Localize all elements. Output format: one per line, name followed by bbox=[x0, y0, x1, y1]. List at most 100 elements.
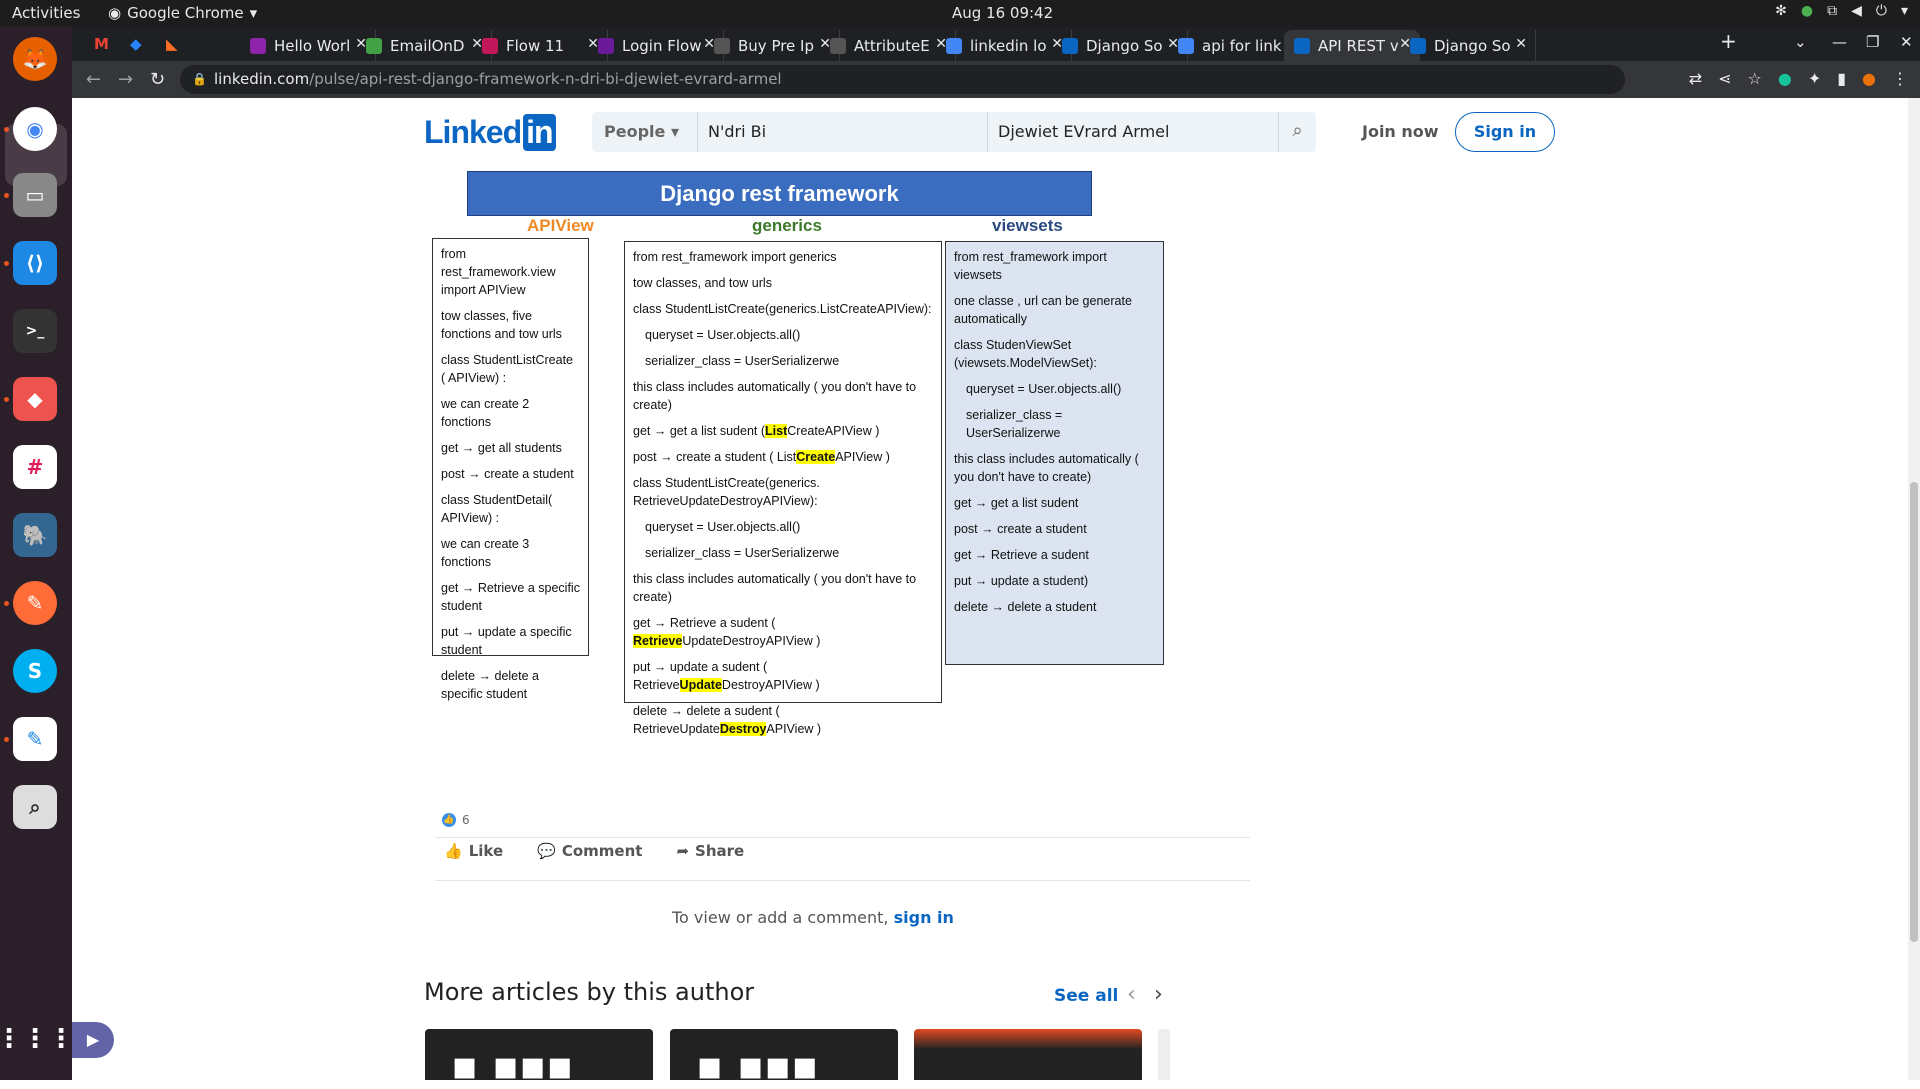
page-scrollbar[interactable] bbox=[1908, 98, 1920, 1080]
skype-icon[interactable]: S bbox=[13, 649, 57, 693]
diagram-line: delete → delete a student bbox=[954, 600, 1097, 614]
line-text: get → get a list sudent ( bbox=[633, 424, 766, 438]
anydesk-icon[interactable]: ◆ bbox=[13, 377, 57, 421]
postman-icon[interactable]: ✎ bbox=[13, 581, 57, 625]
highlight: Create bbox=[796, 450, 836, 464]
tab-favicon-icon bbox=[482, 37, 498, 54]
diagram-line: this class includes automatically ( you … bbox=[633, 572, 917, 604]
app-menu[interactable]: ◉ Google Chrome ▾ bbox=[108, 4, 257, 22]
like-button[interactable]: 👍 Like bbox=[444, 842, 503, 860]
power-icon[interactable]: ⏻ bbox=[1876, 3, 1887, 19]
diagram-line: from rest_framework.view import APIView bbox=[441, 247, 556, 297]
search-category-select[interactable]: People ▾ bbox=[592, 112, 698, 152]
profile-avatar[interactable]: ● bbox=[1862, 69, 1876, 88]
article-card[interactable]: ▪ ▪▪▪ bbox=[670, 1029, 898, 1086]
slack-icon[interactable]: # bbox=[13, 445, 57, 489]
caret-down-icon: ▾ bbox=[670, 122, 679, 141]
viewsets-heading: viewsets bbox=[992, 216, 1063, 235]
extensions-icon[interactable]: ✦ bbox=[1808, 69, 1821, 88]
article-card[interactable]: ▪ ▪▪▪ bbox=[425, 1029, 653, 1086]
close-window-icon[interactable]: ✕ bbox=[1900, 33, 1913, 51]
gmail-pinned-tab[interactable]: M bbox=[94, 35, 109, 53]
first-name-input[interactable]: N'dri Bi bbox=[698, 112, 988, 152]
side-panel-icon[interactable]: ▮ bbox=[1837, 69, 1846, 88]
tab-favicon-icon bbox=[366, 37, 382, 54]
diagram-line: from rest_framework import viewsets bbox=[954, 250, 1107, 282]
diagram-line: queryset = User.objects.all() bbox=[645, 520, 801, 534]
volume-icon[interactable]: ◀ bbox=[1851, 3, 1862, 19]
translate-icon[interactable]: ⇄ bbox=[1689, 69, 1702, 88]
share-button[interactable]: ➦ Share bbox=[676, 842, 744, 860]
join-now-link[interactable]: Join now bbox=[1362, 122, 1439, 141]
network-icon[interactable]: ⧉ bbox=[1827, 3, 1837, 19]
diagram-title: Django rest framework bbox=[467, 171, 1092, 216]
diagram-line: serializer_class = UserSerializerwe bbox=[645, 354, 840, 368]
back-icon[interactable]: ← bbox=[86, 69, 101, 90]
maximize-icon[interactable]: ❐ bbox=[1866, 33, 1879, 51]
close-tab-icon[interactable]: ✕ bbox=[1515, 36, 1527, 52]
search-icon[interactable]: ⌕ bbox=[1278, 112, 1316, 152]
chevron-down-icon[interactable]: ▾ bbox=[1901, 3, 1908, 19]
tab-favicon-icon bbox=[598, 37, 614, 54]
sign-in-link[interactable]: sign in bbox=[894, 908, 954, 927]
browser-tab[interactable]: Django So ✕ bbox=[1400, 30, 1536, 61]
terminal-icon[interactable]: >_ bbox=[13, 309, 57, 353]
video-call-icon[interactable]: ▶ bbox=[72, 1022, 114, 1058]
files-icon[interactable]: ▭ bbox=[13, 173, 57, 217]
apiview-box: from rest_framework.view import APIView t… bbox=[432, 238, 589, 701]
reactions-summary[interactable]: 👍 6 bbox=[442, 813, 470, 827]
app-name: Google Chrome bbox=[127, 4, 244, 22]
chevron-left-icon[interactable]: ‹ bbox=[1127, 982, 1136, 1007]
chevron-right-icon[interactable]: › bbox=[1154, 982, 1163, 1007]
new-tab-button[interactable]: + bbox=[1720, 29, 1737, 53]
diagram-line: this class includes automatically ( you … bbox=[954, 452, 1139, 484]
people-search: People ▾ N'dri Bi Djewiet EVrard Armel ⌕ bbox=[592, 112, 1316, 152]
jira-pinned-tab[interactable]: ◆ bbox=[130, 35, 142, 53]
share-arrow-icon: ➦ bbox=[676, 842, 690, 860]
diagram-line: serializer_class = UserSerializerwe bbox=[645, 546, 840, 560]
image-viewer-icon[interactable]: ⌕ bbox=[13, 785, 57, 829]
sign-in-button[interactable]: Sign in bbox=[1455, 112, 1555, 152]
firefox-icon[interactable]: 🦊 bbox=[13, 37, 57, 81]
scrollbar-thumb[interactable] bbox=[1910, 482, 1918, 942]
text-editor-icon[interactable]: ✎ bbox=[13, 717, 57, 761]
menu-icon[interactable]: ⋮ bbox=[1892, 69, 1908, 88]
chrome-icon[interactable]: ◉ bbox=[13, 107, 57, 151]
article-card[interactable] bbox=[914, 1029, 1142, 1080]
diagram-line: from rest_framework import generics bbox=[633, 250, 837, 264]
tab-search-icon[interactable]: ⌄ bbox=[1794, 33, 1807, 51]
pgadmin-icon[interactable]: 🐘 bbox=[13, 513, 57, 557]
diagram-line: one classe , url can be generate automat… bbox=[954, 294, 1132, 326]
clock[interactable]: Aug 16 09:42 bbox=[952, 4, 1053, 22]
address-bar[interactable]: 🔒 linkedin.com/pulse/api-rest-django-fra… bbox=[180, 65, 1625, 94]
tab-favicon-icon bbox=[830, 37, 846, 54]
bookmark-star-icon[interactable]: ☆ bbox=[1748, 69, 1762, 88]
diagram-line: class StudentListCreate(generics.ListCre… bbox=[633, 302, 932, 316]
article-card[interactable] bbox=[1158, 1029, 1170, 1080]
line-text: post → create a student ( List bbox=[633, 450, 797, 464]
minimize-icon[interactable]: — bbox=[1832, 33, 1847, 51]
grammarly-icon[interactable]: ● bbox=[1778, 69, 1792, 88]
activities-button[interactable]: Activities bbox=[12, 4, 80, 22]
comment-button[interactable]: 💬 Comment bbox=[537, 842, 642, 860]
see-all-link[interactable]: See all bbox=[1054, 986, 1118, 1006]
running-indicator bbox=[4, 261, 9, 266]
vscode-icon[interactable]: ⟨⟩ bbox=[13, 241, 57, 285]
lock-icon[interactable]: 🔒 bbox=[192, 65, 207, 94]
forward-icon[interactable]: → bbox=[118, 69, 133, 90]
last-name-input[interactable]: Djewiet EVrard Armel bbox=[988, 112, 1278, 152]
update-icon[interactable]: ● bbox=[1801, 3, 1813, 19]
reload-icon[interactable]: ↻ bbox=[150, 69, 165, 90]
linkedin-logo[interactable]: Linked in bbox=[424, 114, 556, 151]
logo-in-badge: in bbox=[523, 114, 556, 151]
diagram-line: post → create a student ( ListCreateAPIV… bbox=[633, 448, 933, 466]
tab-title: AttributeE bbox=[854, 36, 930, 55]
tab-title: Django So bbox=[1434, 36, 1511, 55]
system-tray[interactable]: ✻ ● ⧉ ◀ ⏻ ▾ bbox=[1775, 3, 1908, 19]
gitlab-pinned-tab[interactable]: ◣ bbox=[166, 35, 178, 53]
share-icon[interactable]: ⋖ bbox=[1718, 69, 1731, 88]
like-count: 6 bbox=[462, 813, 470, 827]
settings-icon[interactable]: ✻ bbox=[1775, 3, 1787, 19]
line-text: UpdateDestroyAPIView ) bbox=[682, 634, 821, 648]
show-apps-icon[interactable]: ⋮⋮⋮ bbox=[0, 1017, 74, 1061]
